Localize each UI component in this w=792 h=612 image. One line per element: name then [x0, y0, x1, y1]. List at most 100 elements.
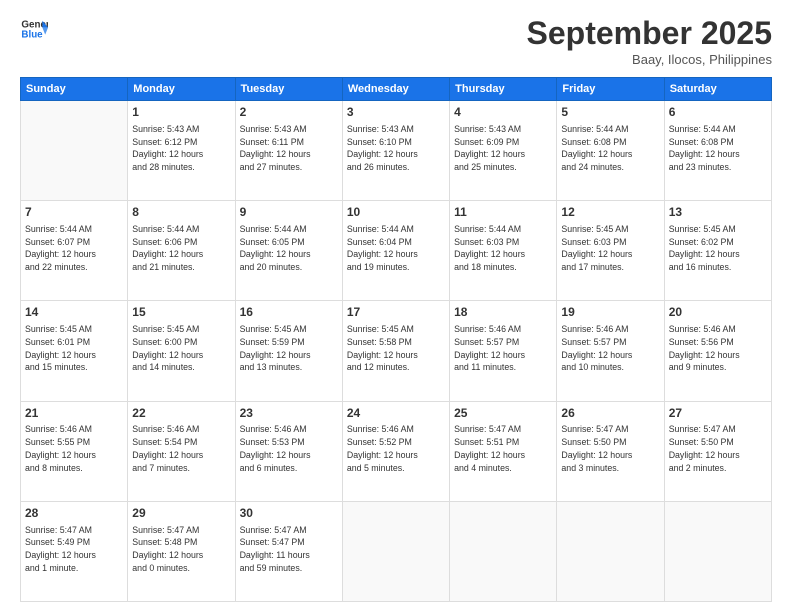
day-info: Sunrise: 5:44 AMSunset: 6:08 PMDaylight:… — [561, 123, 659, 174]
title-block: September 2025 Baay, Ilocos, Philippines — [527, 15, 772, 67]
day-number: 24 — [347, 405, 445, 422]
day-cell: 9Sunrise: 5:44 AMSunset: 6:05 PMDaylight… — [235, 201, 342, 301]
day-info: Sunrise: 5:45 AMSunset: 6:00 PMDaylight:… — [132, 323, 230, 374]
day-number: 8 — [132, 204, 230, 221]
day-cell: 10 Sunrise: 5:44 AMSunset: 6:04 PMDayligh… — [342, 201, 449, 301]
day-number: 3 — [347, 104, 445, 121]
calendar-table: Sunday Monday Tuesday Wednesday Thursday… — [20, 77, 772, 602]
day-number: 7 — [25, 204, 123, 221]
day-cell — [21, 101, 128, 201]
day-info: Sunrise: 5:44 AMSunset: 6:07 PMDaylight:… — [25, 223, 123, 274]
day-cell: 29 Sunrise: 5:47 AMSunset: 5:48 PMDayligh… — [128, 501, 235, 601]
day-cell: 23Sunrise: 5:46 AMSunset: 5:53 PMDayligh… — [235, 401, 342, 501]
day-cell: 17 Sunrise: 5:45 AMSunset: 5:58 PMDayligh… — [342, 301, 449, 401]
week-row-1: 1 Sunrise: 5:43 AMSunset: 6:12 PMDaylight… — [21, 101, 772, 201]
day-info: Sunrise: 5:43 AMSunset: 6:11 PMDaylight:… — [240, 123, 338, 174]
day-cell: 16 Sunrise: 5:45 AMSunset: 5:59 PMDayligh… — [235, 301, 342, 401]
day-cell: 11 Sunrise: 5:44 AMSunset: 6:03 PMDayligh… — [450, 201, 557, 301]
week-row-4: 21Sunrise: 5:46 AMSunset: 5:55 PMDayligh… — [21, 401, 772, 501]
day-number: 11 — [454, 204, 552, 221]
day-cell: 8Sunrise: 5:44 AMSunset: 6:06 PMDaylight… — [128, 201, 235, 301]
day-info: Sunrise: 5:45 AMSunset: 6:03 PMDaylight:… — [561, 223, 659, 274]
day-cell — [342, 501, 449, 601]
day-cell: 5 Sunrise: 5:44 AMSunset: 6:08 PMDaylight… — [557, 101, 664, 201]
day-info: Sunrise: 5:44 AMSunset: 6:04 PMDaylight:… — [347, 223, 445, 274]
day-info: Sunrise: 5:44 AMSunset: 6:03 PMDaylight:… — [454, 223, 552, 274]
day-info: Sunrise: 5:45 AMSunset: 5:59 PMDaylight:… — [240, 323, 338, 374]
day-cell: 15 Sunrise: 5:45 AMSunset: 6:00 PMDayligh… — [128, 301, 235, 401]
day-cell: 21Sunrise: 5:46 AMSunset: 5:55 PMDayligh… — [21, 401, 128, 501]
day-number: 29 — [132, 505, 230, 522]
day-cell: 13 Sunrise: 5:45 AMSunset: 6:02 PMDayligh… — [664, 201, 771, 301]
day-info: Sunrise: 5:47 AMSunset: 5:48 PMDaylight:… — [132, 524, 230, 575]
day-cell: 3Sunrise: 5:43 AMSunset: 6:10 PMDaylight… — [342, 101, 449, 201]
day-number: 22 — [132, 405, 230, 422]
day-info: Sunrise: 5:43 AMSunset: 6:12 PMDaylight:… — [132, 123, 230, 174]
svg-text:Blue: Blue — [21, 29, 43, 40]
day-number: 5 — [561, 104, 659, 121]
day-info: Sunrise: 5:45 AMSunset: 5:58 PMDaylight:… — [347, 323, 445, 374]
day-cell: 1 Sunrise: 5:43 AMSunset: 6:12 PMDaylight… — [128, 101, 235, 201]
day-number: 4 — [454, 104, 552, 121]
day-cell: 22Sunrise: 5:46 AMSunset: 5:54 PMDayligh… — [128, 401, 235, 501]
day-cell: 4Sunrise: 5:43 AMSunset: 6:09 PMDaylight… — [450, 101, 557, 201]
day-info: Sunrise: 5:47 AMSunset: 5:50 PMDaylight:… — [669, 423, 767, 474]
day-info: Sunrise: 5:47 AMSunset: 5:47 PMDaylight:… — [240, 524, 338, 575]
header: General Blue September 2025 Baay, Ilocos… — [20, 15, 772, 67]
day-number: 9 — [240, 204, 338, 221]
day-number: 21 — [25, 405, 123, 422]
day-number: 10 — [347, 204, 445, 221]
week-row-2: 7 Sunrise: 5:44 AMSunset: 6:07 PMDaylight… — [21, 201, 772, 301]
month-title: September 2025 — [527, 15, 772, 52]
week-row-3: 14Sunrise: 5:45 AMSunset: 6:01 PMDayligh… — [21, 301, 772, 401]
day-number: 23 — [240, 405, 338, 422]
day-cell: 19Sunrise: 5:46 AMSunset: 5:57 PMDayligh… — [557, 301, 664, 401]
day-cell: 30 Sunrise: 5:47 AMSunset: 5:47 PMDayligh… — [235, 501, 342, 601]
header-friday: Friday — [557, 78, 664, 101]
day-number: 28 — [25, 505, 123, 522]
header-monday: Monday — [128, 78, 235, 101]
logo: General Blue — [20, 15, 52, 43]
day-number: 13 — [669, 204, 767, 221]
day-number: 26 — [561, 405, 659, 422]
day-cell: 25Sunrise: 5:47 AMSunset: 5:51 PMDayligh… — [450, 401, 557, 501]
day-info: Sunrise: 5:44 AMSunset: 6:08 PMDaylight:… — [669, 123, 767, 174]
day-info: Sunrise: 5:47 AMSunset: 5:49 PMDaylight:… — [25, 524, 123, 575]
logo-icon: General Blue — [20, 15, 48, 43]
day-number: 19 — [561, 304, 659, 321]
day-info: Sunrise: 5:47 AMSunset: 5:51 PMDaylight:… — [454, 423, 552, 474]
weekday-header-row: Sunday Monday Tuesday Wednesday Thursday… — [21, 78, 772, 101]
day-info: Sunrise: 5:46 AMSunset: 5:54 PMDaylight:… — [132, 423, 230, 474]
day-info: Sunrise: 5:46 AMSunset: 5:57 PMDaylight:… — [454, 323, 552, 374]
day-cell — [557, 501, 664, 601]
day-info: Sunrise: 5:46 AMSunset: 5:56 PMDaylight:… — [669, 323, 767, 374]
day-info: Sunrise: 5:46 AMSunset: 5:55 PMDaylight:… — [25, 423, 123, 474]
day-info: Sunrise: 5:46 AMSunset: 5:52 PMDaylight:… — [347, 423, 445, 474]
day-info: Sunrise: 5:45 AMSunset: 6:01 PMDaylight:… — [25, 323, 123, 374]
week-row-5: 28 Sunrise: 5:47 AMSunset: 5:49 PMDayligh… — [21, 501, 772, 601]
day-cell — [450, 501, 557, 601]
day-number: 6 — [669, 104, 767, 121]
day-info: Sunrise: 5:46 AMSunset: 5:53 PMDaylight:… — [240, 423, 338, 474]
day-cell: 6 Sunrise: 5:44 AMSunset: 6:08 PMDaylight… — [664, 101, 771, 201]
day-number: 30 — [240, 505, 338, 522]
day-number: 15 — [132, 304, 230, 321]
day-info: Sunrise: 5:45 AMSunset: 6:02 PMDaylight:… — [669, 223, 767, 274]
day-number: 25 — [454, 405, 552, 422]
header-thursday: Thursday — [450, 78, 557, 101]
day-cell: 14Sunrise: 5:45 AMSunset: 6:01 PMDayligh… — [21, 301, 128, 401]
header-saturday: Saturday — [664, 78, 771, 101]
day-number: 20 — [669, 304, 767, 321]
day-cell — [664, 501, 771, 601]
day-cell: 2Sunrise: 5:43 AMSunset: 6:11 PMDaylight… — [235, 101, 342, 201]
day-number: 18 — [454, 304, 552, 321]
day-number: 17 — [347, 304, 445, 321]
day-info: Sunrise: 5:47 AMSunset: 5:50 PMDaylight:… — [561, 423, 659, 474]
day-cell: 27Sunrise: 5:47 AMSunset: 5:50 PMDayligh… — [664, 401, 771, 501]
day-number: 12 — [561, 204, 659, 221]
day-cell: 28 Sunrise: 5:47 AMSunset: 5:49 PMDayligh… — [21, 501, 128, 601]
day-number: 16 — [240, 304, 338, 321]
day-number: 1 — [132, 104, 230, 121]
day-number: 27 — [669, 405, 767, 422]
location: Baay, Ilocos, Philippines — [527, 52, 772, 67]
